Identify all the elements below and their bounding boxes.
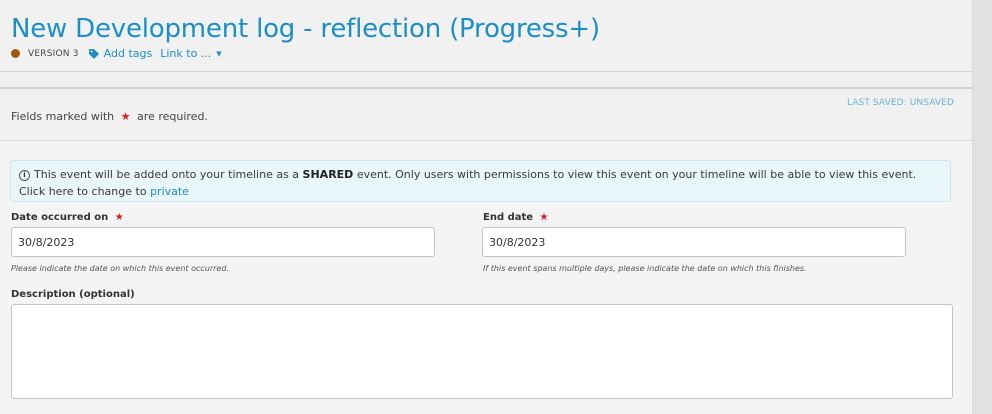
right-side-panel — [972, 0, 992, 414]
title-meta: VERSION 3 Add tags Link to ... ▼ — [11, 47, 222, 60]
end-date-input[interactable] — [482, 227, 906, 257]
required-star-icon: ★ — [114, 212, 124, 223]
required-note-prefix: Fields marked with — [11, 110, 115, 123]
main-panel: New Development log - reflection (Progre… — [0, 0, 972, 414]
date-occurred-label-text: Date occurred on — [11, 212, 109, 223]
required-note-suffix: are required. — [137, 110, 208, 123]
end-date-label-text: End date — [483, 212, 534, 223]
add-tags-label: Add tags — [103, 47, 153, 60]
info-icon: i — [19, 170, 30, 181]
tag-icon — [88, 48, 99, 59]
required-fields-note: Fields marked with ★ are required. — [11, 110, 208, 123]
private-link[interactable]: private — [150, 185, 189, 198]
description-textarea[interactable] — [11, 304, 953, 399]
last-saved-status: LAST SAVED: UNSAVED — [846, 98, 954, 108]
date-occurred-label: Date occurred on ★ — [11, 212, 127, 223]
link-to-label: Link to ... — [160, 47, 212, 60]
date-occurred-input[interactable] — [11, 227, 435, 257]
version-label: VERSION 3 — [28, 48, 79, 59]
info-shared-label: SHARED — [302, 168, 354, 181]
required-star-icon: ★ — [120, 110, 131, 123]
caret-down-icon: ▼ — [216, 49, 222, 58]
end-date-help: If this event spans multiple days, pleas… — [483, 264, 807, 273]
divider — [0, 87, 972, 89]
shared-event-info: i This event will be added onto your time… — [10, 160, 951, 202]
info-text-before: This event will be added onto your timel… — [34, 168, 300, 181]
required-star-icon: ★ — [539, 212, 549, 223]
description-label: Description (optional) — [11, 289, 135, 300]
status-dot — [11, 49, 20, 58]
end-date-label: End date ★ — [483, 212, 552, 223]
add-tags-link[interactable]: Add tags — [88, 47, 153, 60]
date-occurred-help: Please indicate the date on which this e… — [11, 264, 229, 273]
link-to-dropdown[interactable]: Link to ... ▼ — [160, 47, 221, 60]
divider — [0, 71, 972, 72]
page-title: New Development log - reflection (Progre… — [11, 14, 600, 44]
